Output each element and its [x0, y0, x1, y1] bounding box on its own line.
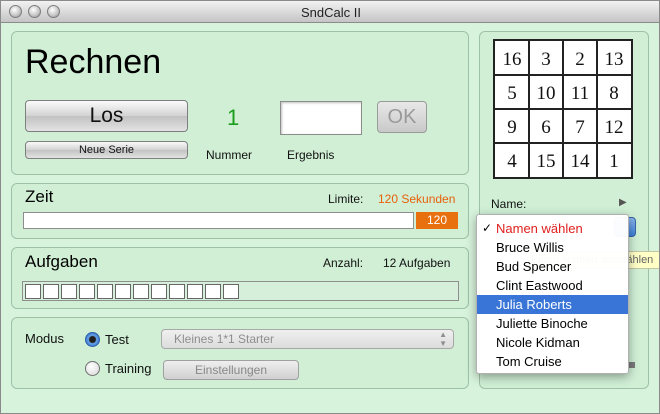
name-menu-item[interactable]: Juliette Binoche: [477, 314, 628, 333]
name-menu-item-label: Tom Cruise: [496, 354, 562, 369]
anzahl-label: Anzahl:: [323, 256, 364, 270]
magic-square-number: 1: [609, 151, 619, 172]
magic-square-number: 6: [541, 117, 551, 138]
zeit-title: Zeit: [25, 187, 54, 206]
task-box: [223, 284, 239, 299]
disclosure-arrow-icon[interactable]: ▶: [619, 197, 627, 208]
los-button[interactable]: Los: [25, 100, 188, 132]
name-menu-item[interactable]: Tom Cruise: [477, 352, 628, 371]
magic-square-number: 9: [507, 117, 517, 138]
magic-square-drawing: 16 3 2 13 5 10 11 8 9 6 7 12 4 15 14 1: [495, 41, 631, 177]
magic-square-number: 5: [507, 83, 517, 104]
name-menu-item[interactable]: ✓ Namen wählen: [477, 219, 628, 238]
name-menu-item-label: Nicole Kidman: [496, 335, 580, 350]
name-dropdown-menu: ✓ Namen wählen Bruce Willis Bud Spencer Clin…: [476, 214, 629, 374]
name-menu-item[interactable]: Clint Eastwood: [477, 276, 628, 295]
magic-square-number: 14: [571, 151, 591, 172]
test-radio[interactable]: [85, 332, 100, 347]
select-arrows-icon: ▲ ▼: [439, 330, 447, 348]
magic-square-number: 3: [541, 49, 551, 70]
name-menu-item-label: Namen wählen: [496, 221, 583, 236]
level-select[interactable]: Kleines 1*1 Starter ▲ ▼: [161, 329, 454, 349]
training-radio[interactable]: [85, 361, 100, 376]
name-menu-item-label: Bud Spencer: [496, 259, 572, 274]
modus-label: Modus: [25, 331, 65, 346]
name-menu-item[interactable]: Nicole Kidman: [477, 333, 628, 352]
task-box: [205, 284, 221, 299]
neue-serie-button[interactable]: Neue Serie: [25, 141, 188, 159]
limite-label: Limite:: [328, 192, 364, 206]
app-window: SndCalc II Rechnen Los Neue Serie 1 Numm…: [0, 0, 660, 414]
magic-square-number: 7: [575, 117, 585, 138]
name-menu-item[interactable]: Bruce Willis: [477, 238, 628, 257]
magic-square-number: 2: [575, 49, 585, 70]
anzahl-value: 12 Aufgaben: [383, 256, 451, 270]
magic-square-number: 4: [507, 151, 517, 172]
checkmark-icon: ✓: [482, 221, 493, 235]
name-menu-item-label: Julia Roberts: [496, 297, 572, 312]
magic-square-number: 10: [537, 83, 556, 104]
magic-square-number: 11: [571, 83, 589, 104]
resize-grip: [629, 362, 635, 368]
time-remaining-badge: 120: [416, 212, 458, 229]
magic-square-number: 13: [605, 49, 624, 70]
task-box: [79, 284, 95, 299]
nummer-label: Nummer: [206, 148, 253, 162]
aufgaben-title: Aufgaben: [25, 252, 98, 271]
magic-square-image: 16 3 2 13 5 10 11 8 9 6 7 12 4 15 14 1: [493, 39, 633, 179]
limite-value: 120 Sekunden: [378, 192, 456, 206]
name-menu-item[interactable]: Julia Roberts: [477, 295, 628, 314]
task-box: [133, 284, 149, 299]
magic-square-number: 12: [605, 117, 624, 138]
ergebnis-label: Ergebnis: [287, 148, 335, 162]
magic-square-number: 15: [537, 151, 556, 172]
time-progress-bar: [23, 212, 414, 229]
training-label[interactable]: Training: [105, 361, 151, 376]
test-label[interactable]: Test: [105, 332, 129, 347]
task-box: [187, 284, 203, 299]
ergebnis-input[interactable]: [280, 101, 362, 135]
ok-button[interactable]: OK: [377, 101, 427, 133]
name-menu-item[interactable]: Bud Spencer: [477, 257, 628, 276]
nummer-value: 1: [227, 105, 240, 130]
window-title: SndCalc II: [301, 5, 361, 20]
task-box: [43, 284, 59, 299]
magic-square-number: 16: [503, 49, 522, 70]
title-bar[interactable]: SndCalc II: [1, 1, 659, 23]
task-box: [61, 284, 77, 299]
magic-square-number: 8: [609, 83, 619, 104]
name-menu-item-label: Bruce Willis: [496, 240, 564, 255]
rechnen-title: Rechnen: [25, 43, 162, 81]
task-box: [97, 284, 113, 299]
level-select-value: Kleines 1*1 Starter: [174, 332, 275, 346]
task-box: [115, 284, 131, 299]
name-menu-item-label: Clint Eastwood: [496, 278, 583, 293]
name-menu-item-label: Juliette Binoche: [496, 316, 588, 331]
task-box: [151, 284, 167, 299]
einstellungen-button[interactable]: Einstellungen: [163, 360, 299, 380]
task-box: [169, 284, 185, 299]
task-box: [25, 284, 41, 299]
name-label: Name:: [491, 197, 527, 211]
